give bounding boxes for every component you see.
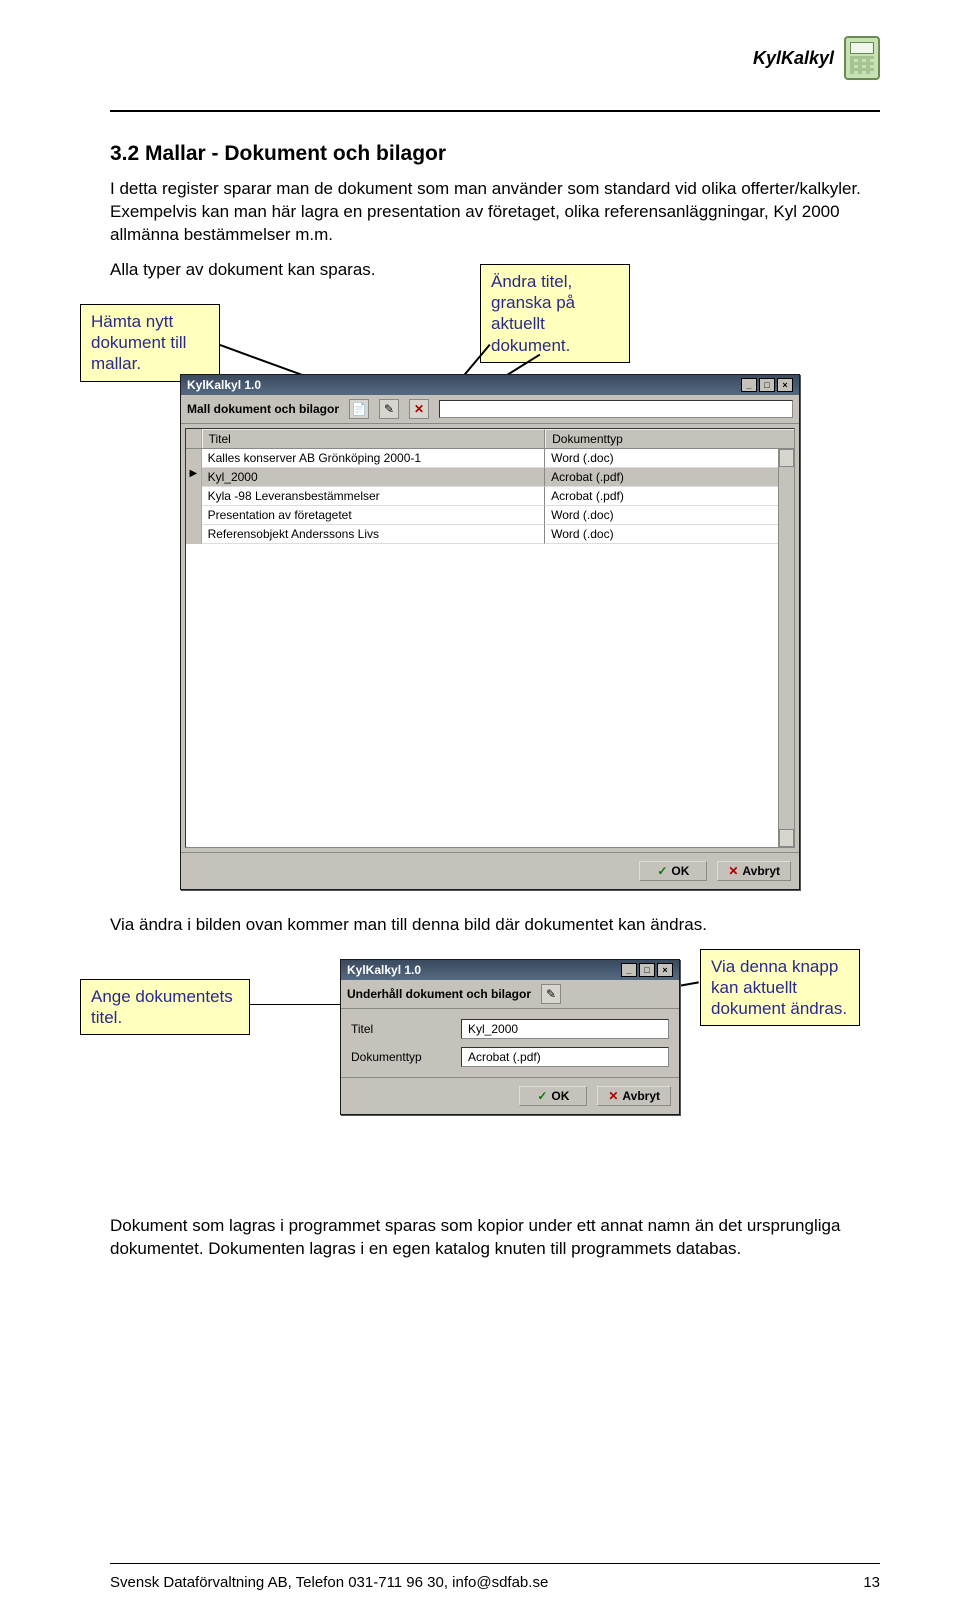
section-heading: 3.2 Mallar - Dokument och bilagor [110, 142, 880, 166]
close-button[interactable]: × [777, 378, 793, 392]
dialog-mall-dokument: KylKalkyl 1.0 _ □ × Mall dokument och bi… [180, 374, 800, 890]
cancel-button[interactable]: ✕ Avbryt [717, 861, 791, 881]
footer-rule [110, 1563, 880, 1564]
cell-titel: Kyla -98 Leveransbestämmelser [202, 487, 546, 506]
table-row[interactable]: Referensobjekt Anderssons LivsWord (.doc… [186, 525, 794, 544]
calculator-icon [844, 36, 880, 80]
table-row[interactable]: Kyla -98 LeveransbestämmelserAcrobat (.p… [186, 487, 794, 506]
ok-label: OK [671, 864, 689, 878]
cell-typ: Word (.doc) [545, 506, 794, 525]
cancel-button[interactable]: ✕ Avbryt [597, 1086, 671, 1106]
table-row[interactable]: ▶Kyl_2000Acrobat (.pdf) [186, 468, 794, 487]
edit-doc-button[interactable]: ✎ [379, 399, 399, 419]
ok-label: OK [551, 1089, 569, 1103]
closing-paragraph: Dokument som lagras i programmet sparas … [110, 1215, 880, 1261]
table-row[interactable]: Kalles konserver AB Grönköping 2000-1Wor… [186, 449, 794, 468]
toolbar-label: Mall dokument och bilagor [187, 402, 339, 416]
brand-label: KylKalkyl [753, 48, 834, 69]
maximize-button[interactable]: □ [759, 378, 775, 392]
x-icon: ✕ [608, 1089, 618, 1103]
page-number: 13 [863, 1574, 880, 1591]
dialog-underhall: KylKalkyl 1.0 _ □ × Underhåll dokument o… [340, 959, 680, 1115]
cell-titel: Referensobjekt Anderssons Livs [202, 525, 546, 544]
row-marker: ▶ [186, 468, 202, 487]
ok-button[interactable]: ✓ OK [639, 861, 707, 881]
window-title: KylKalkyl 1.0 [347, 963, 421, 977]
cell-typ: Acrobat (.pdf) [545, 487, 794, 506]
callout-ange: Ange dokumentets titel. [80, 979, 250, 1036]
sparkle-icon: ✎ [384, 402, 394, 416]
intro-paragraph-1: I detta register sparar man de dokument … [110, 178, 880, 247]
titlebar[interactable]: KylKalkyl 1.0 _ □ × [341, 960, 679, 980]
toolbar-input[interactable] [439, 400, 793, 418]
col-header-typ[interactable]: Dokumenttyp [545, 429, 794, 448]
close-button[interactable]: × [657, 963, 673, 977]
new-doc-button[interactable]: 📄 [349, 399, 369, 419]
label-typ: Dokumenttyp [351, 1050, 451, 1064]
cell-typ: Word (.doc) [545, 449, 794, 468]
minimize-button[interactable]: _ [621, 963, 637, 977]
x-icon: ✕ [728, 864, 738, 878]
file-icon: 📄 [352, 402, 367, 416]
row-marker [186, 525, 202, 544]
cell-titel: Presentation av företagetet [202, 506, 546, 525]
ok-button[interactable]: ✓ OK [519, 1086, 587, 1106]
input-titel[interactable]: Kyl_2000 [461, 1019, 669, 1039]
delete-doc-button[interactable]: ✕ [409, 399, 429, 419]
label-titel: Titel [351, 1022, 451, 1036]
row-marker [186, 506, 202, 525]
vertical-scrollbar[interactable] [778, 449, 794, 847]
col-header-titel[interactable]: Titel [202, 429, 546, 448]
mid-paragraph: Via ändra i bilden ovan kommer man till … [110, 914, 880, 937]
callout-andra: Ändra titel, granska på aktuellt dokumen… [480, 264, 630, 363]
check-icon: ✓ [537, 1089, 547, 1103]
input-typ[interactable]: Acrobat (.pdf) [461, 1047, 669, 1067]
maximize-button[interactable]: □ [639, 963, 655, 977]
cell-typ: Word (.doc) [545, 525, 794, 544]
sparkle-icon: ✎ [546, 987, 556, 1001]
window-title: KylKalkyl 1.0 [187, 378, 261, 392]
footer-text: Svensk Dataförvaltning AB, Telefon 031-7… [110, 1574, 548, 1591]
titlebar[interactable]: KylKalkyl 1.0 _ □ × [181, 375, 799, 395]
cell-typ: Acrobat (.pdf) [545, 468, 794, 487]
callout-line [250, 1004, 340, 1006]
row-marker [186, 487, 202, 506]
x-icon: ✕ [414, 402, 424, 416]
toolbar-label: Underhåll dokument och bilagor [347, 987, 531, 1001]
grid-header: Titel Dokumenttyp [186, 429, 794, 449]
cancel-label: Avbryt [622, 1089, 660, 1103]
cancel-label: Avbryt [742, 864, 780, 878]
edit-button[interactable]: ✎ [541, 984, 561, 1004]
header-rule [110, 110, 880, 112]
check-icon: ✓ [657, 864, 667, 878]
minimize-button[interactable]: _ [741, 378, 757, 392]
table-row[interactable]: Presentation av företagetetWord (.doc) [186, 506, 794, 525]
callout-via: Via denna knapp kan aktuellt dokument än… [700, 949, 860, 1027]
row-marker [186, 449, 202, 468]
cell-titel: Kalles konserver AB Grönköping 2000-1 [202, 449, 546, 468]
callout-hamta: Hämta nytt dokument till mallar. [80, 304, 220, 382]
cell-titel: Kyl_2000 [202, 468, 546, 487]
